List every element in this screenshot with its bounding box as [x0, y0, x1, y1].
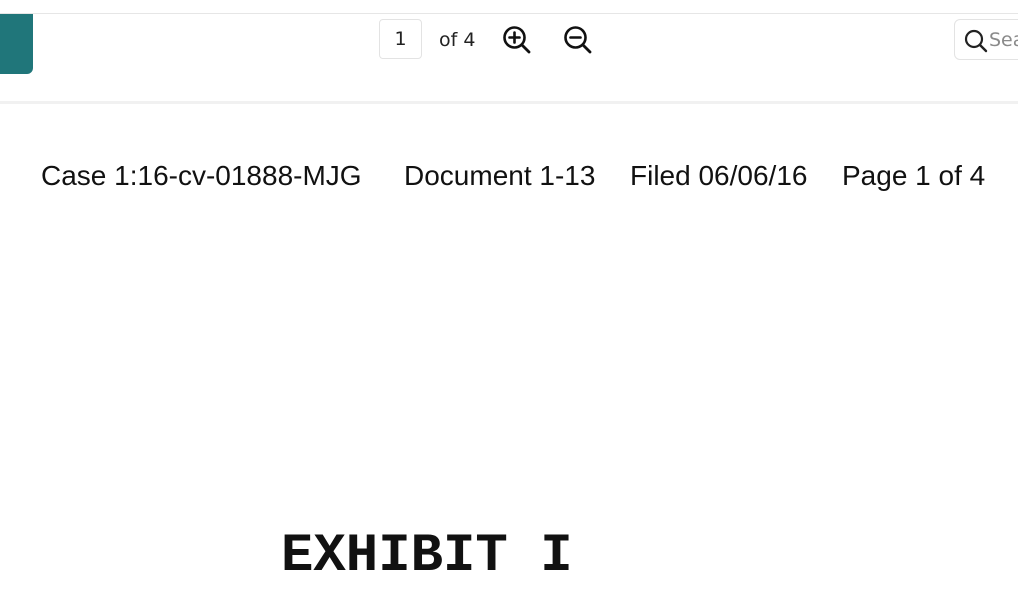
case-number: Case 1:16-cv-01888-MJG [41, 160, 362, 191]
filed-date: Filed 06/06/16 [630, 160, 808, 191]
zoom-in-icon [503, 26, 531, 54]
zoom-out-button[interactable] [562, 24, 594, 56]
search-input[interactable] [989, 25, 1018, 55]
zoom-out-icon [564, 26, 592, 54]
search-box[interactable] [954, 19, 1018, 60]
exhibit-title: EXHIBIT I [281, 526, 573, 587]
document-number: Document 1-13 [404, 160, 596, 191]
zoom-in-button[interactable] [501, 24, 533, 56]
toolbar-divider [0, 101, 1018, 104]
page-indicator: Page 1 of 4 [842, 160, 986, 191]
sidebar-toggle-tab[interactable] [0, 14, 33, 74]
page-number-input[interactable] [379, 19, 422, 59]
page-total-label: of 4 [439, 29, 476, 51]
toolbar-top-border [0, 13, 1018, 14]
search-icon [964, 29, 988, 53]
viewer-toolbar: of 4 [0, 0, 1018, 104]
